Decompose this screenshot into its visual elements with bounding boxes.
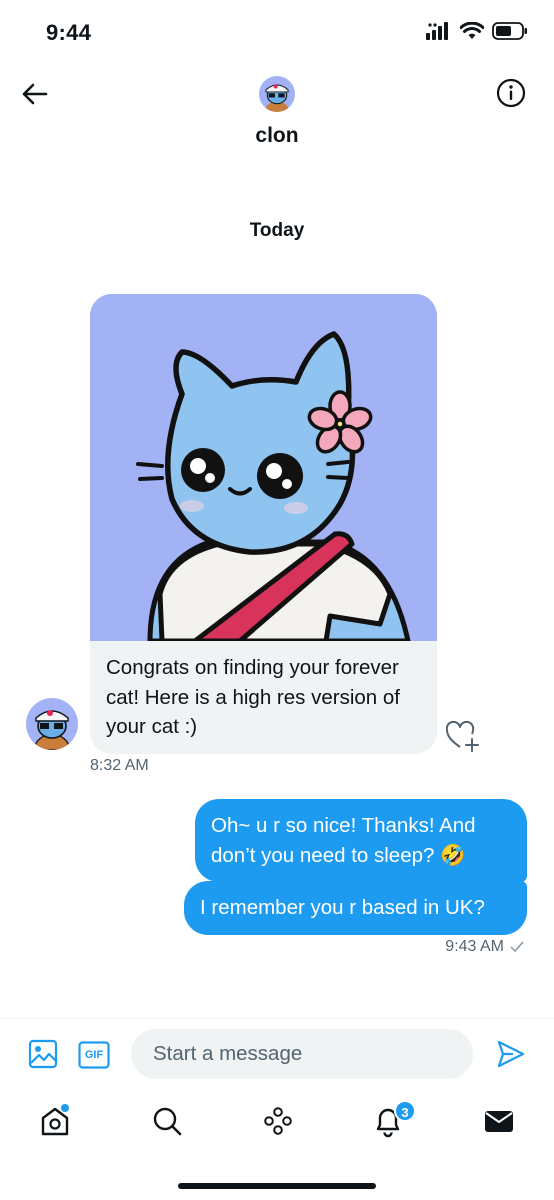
send-icon[interactable]: [496, 1039, 526, 1069]
conversation-header: clon: [0, 62, 554, 162]
info-icon[interactable]: [496, 78, 526, 108]
sender-avatar[interactable]: [26, 698, 78, 750]
status-icons: [426, 22, 528, 40]
date-separator: Today: [249, 220, 305, 241]
outgoing-timestamp: 9:43 AM: [445, 938, 524, 956]
message-composer: GIF Start a message: [0, 1018, 554, 1090]
bottom-navigation: [0, 1090, 554, 1160]
incoming-timestamp: 8:32 AM: [90, 757, 149, 774]
incoming-message[interactable]: Congrats on finding your forever cat! He…: [90, 294, 437, 754]
search-icon[interactable]: [150, 1104, 184, 1138]
header-name[interactable]: clon: [0, 124, 554, 148]
image-icon[interactable]: [28, 1039, 58, 1069]
outgoing-message[interactable]: Oh~ u r so nice! Thanks! And don’t you n…: [195, 799, 527, 882]
message-input[interactable]: Start a message: [131, 1029, 473, 1079]
home-unread-dot: [61, 1104, 69, 1112]
outgoing-timestamp-text: 9:43 AM: [445, 938, 504, 955]
gif-button[interactable]: GIF: [78, 1041, 110, 1069]
check-icon: [510, 941, 524, 953]
mail-icon[interactable]: [482, 1104, 516, 1138]
back-arrow-icon[interactable]: [18, 78, 50, 110]
outgoing-message[interactable]: I remember you r based in UK?: [184, 881, 527, 935]
status-bar: 9:44: [0, 0, 554, 62]
notification-badge: 3: [394, 1100, 416, 1122]
home-indicator: [178, 1183, 376, 1189]
battery-icon: [492, 22, 527, 40]
wifi-icon: [460, 22, 484, 39]
incoming-message-text: Congrats on finding your forever cat! He…: [106, 656, 400, 738]
signal-icon: [426, 22, 448, 40]
avatar-image: [26, 698, 78, 750]
heart-plus-icon[interactable]: [446, 720, 480, 752]
spaces-icon[interactable]: [261, 1104, 295, 1138]
header-avatar[interactable]: [259, 76, 295, 112]
message-input-placeholder: Start a message: [153, 1042, 303, 1065]
cat-image[interactable]: [90, 294, 437, 641]
avatar-image: [259, 76, 295, 112]
status-time: 9:44: [46, 20, 92, 45]
gif-label: GIF: [84, 1049, 104, 1061]
